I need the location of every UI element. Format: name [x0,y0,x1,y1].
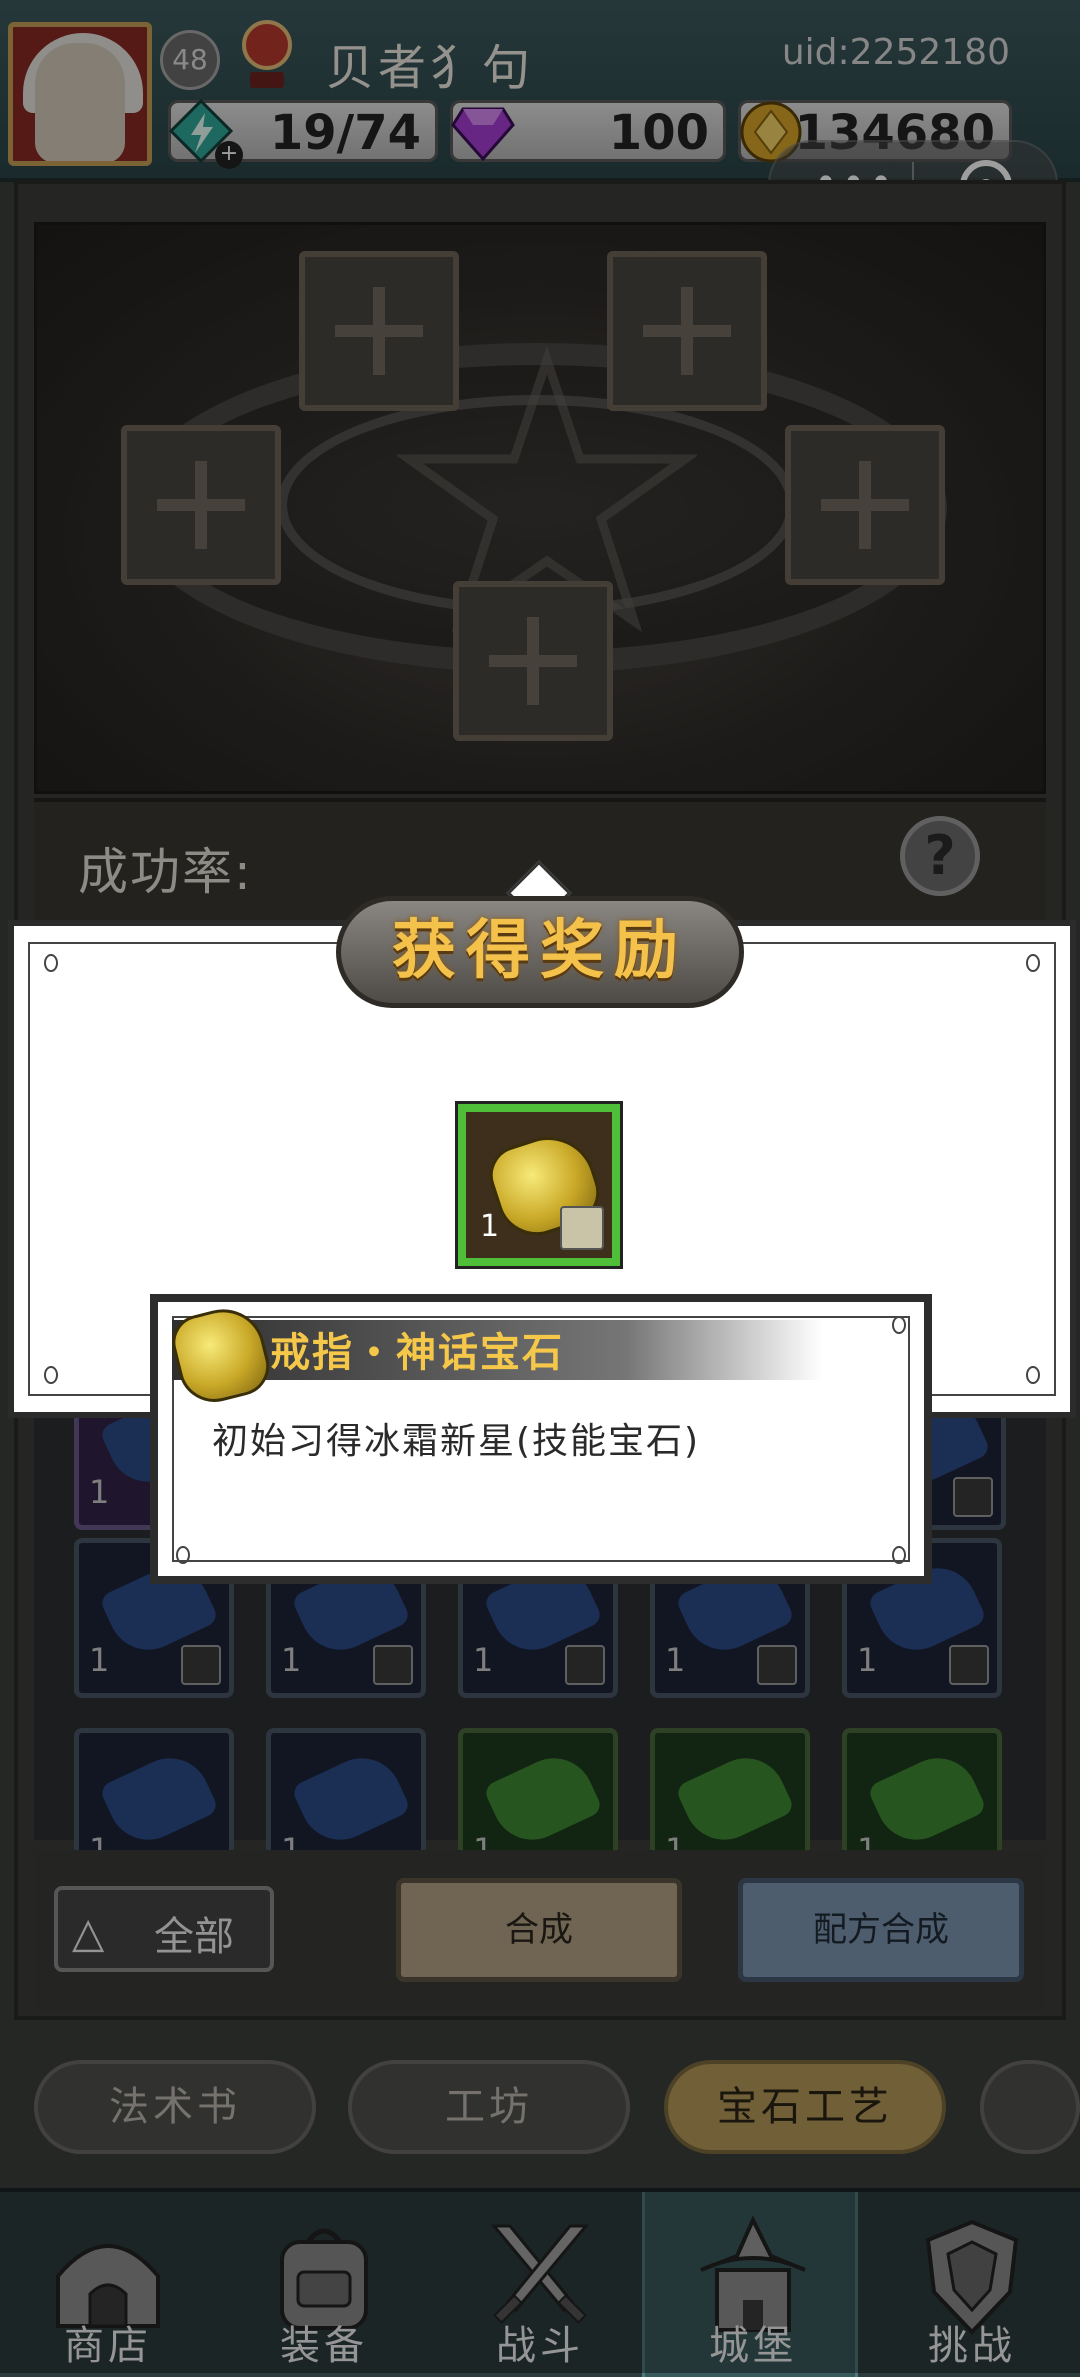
slot-type-icon [949,1645,989,1685]
avatar-face [35,43,125,161]
filter-all-button[interactable]: △ 全部 [54,1886,274,1972]
gem-slot-mid-right[interactable] [785,425,945,585]
player-level-badge: 48 [160,30,220,90]
diamond-icon [451,107,515,162]
item-count: 1 [857,1641,878,1679]
gem-slot-bottom[interactable] [453,581,613,741]
trophy-cup [242,20,292,70]
help-icon[interactable]: ? [900,816,980,896]
rivet [1026,954,1040,972]
nav-shop[interactable]: 商店 [0,2192,216,2377]
gem-slot-mid-left[interactable] [121,425,281,585]
nav-castle[interactable]: 城堡 [642,2192,858,2377]
nav-battle-label: 战斗 [496,2323,584,2369]
action-controls: △ 全部 合成 配方合成 [34,1850,1046,2010]
item-count: 1 [281,1641,302,1679]
bottom-nav: 商店 装备 战斗 城堡 挑战 [0,2188,1080,2377]
reward-item-slot[interactable]: 1 [455,1101,623,1269]
gem-icon [98,1745,220,1853]
item-count: 1 [89,1473,110,1511]
nav-castle-label: 城堡 [709,2323,797,2369]
filter-triangle-icon: △ [72,1908,105,1957]
gem-icon [674,1745,796,1853]
rivet [892,1546,906,1564]
rivet [44,954,58,972]
item-count: 1 [473,1641,494,1679]
diamond-counter[interactable]: 100 [450,100,726,162]
success-rate-label: 成功率: [78,843,253,901]
player-uid: uid:2252180 [781,32,1010,73]
rivet [44,1366,58,1384]
tab-gem-craft[interactable]: 宝石工艺 [664,2060,946,2154]
recipe-synthesize-button[interactable]: 配方合成 [738,1878,1024,1982]
item-tooltip: 戒指・神话宝石 初始习得冰霜新星(技能宝石) [150,1294,932,1584]
energy-counter[interactable]: + 19/74 [168,99,438,169]
diamond-value: 100 [608,105,709,161]
player-avatar[interactable] [8,22,152,166]
slot-type-icon [373,1645,413,1685]
ring-type-icon [560,1206,604,1250]
trophy-base [250,72,284,88]
energy-value: 19/74 [269,105,421,161]
rivet [1026,1366,1040,1384]
reward-item-count: 1 [480,1209,500,1244]
slot-type-icon [953,1477,993,1517]
rivet [892,1316,906,1334]
nav-shop-label: 商店 [64,2323,152,2369]
player-name: 贝者犭句 [326,40,535,96]
tooltip-item-description: 初始习得冰霜新星(技能宝石) [212,1421,701,1462]
slot-type-icon [181,1645,221,1685]
gem-icon [482,1745,604,1853]
synthesize-button[interactable]: 合成 [396,1878,682,1982]
nav-equipment[interactable]: 装备 [216,2192,432,2377]
nav-equipment-label: 装备 [280,2323,368,2369]
slot-type-icon [757,1645,797,1685]
item-count: 1 [665,1641,686,1679]
gem-slot-top-right[interactable] [607,251,767,411]
gem-icon [866,1745,988,1853]
gem-slot-top-left[interactable] [299,251,459,411]
trophy-icon[interactable] [232,14,302,94]
nav-battle[interactable]: 战斗 [432,2192,648,2377]
synthesis-altar [34,222,1046,794]
tab-workshop[interactable]: 工坊 [348,2060,630,2154]
item-count: 1 [89,1641,110,1679]
tab-spellbook[interactable]: 法术书 [34,2060,316,2154]
nav-challenge-label: 挑战 [928,2323,1016,2369]
gem-icon [290,1745,412,1853]
nav-challenge[interactable]: 挑战 [864,2192,1080,2377]
filter-all-label: 全部 [154,1914,234,1960]
rivet [176,1546,190,1564]
energy-add-icon[interactable]: + [215,141,243,169]
tooltip-item-name: 戒指・神话宝石 [270,1330,564,1376]
tab-more[interactable] [980,2060,1080,2154]
slot-type-icon [565,1645,605,1685]
reward-title: 获得奖励 [336,896,744,1008]
